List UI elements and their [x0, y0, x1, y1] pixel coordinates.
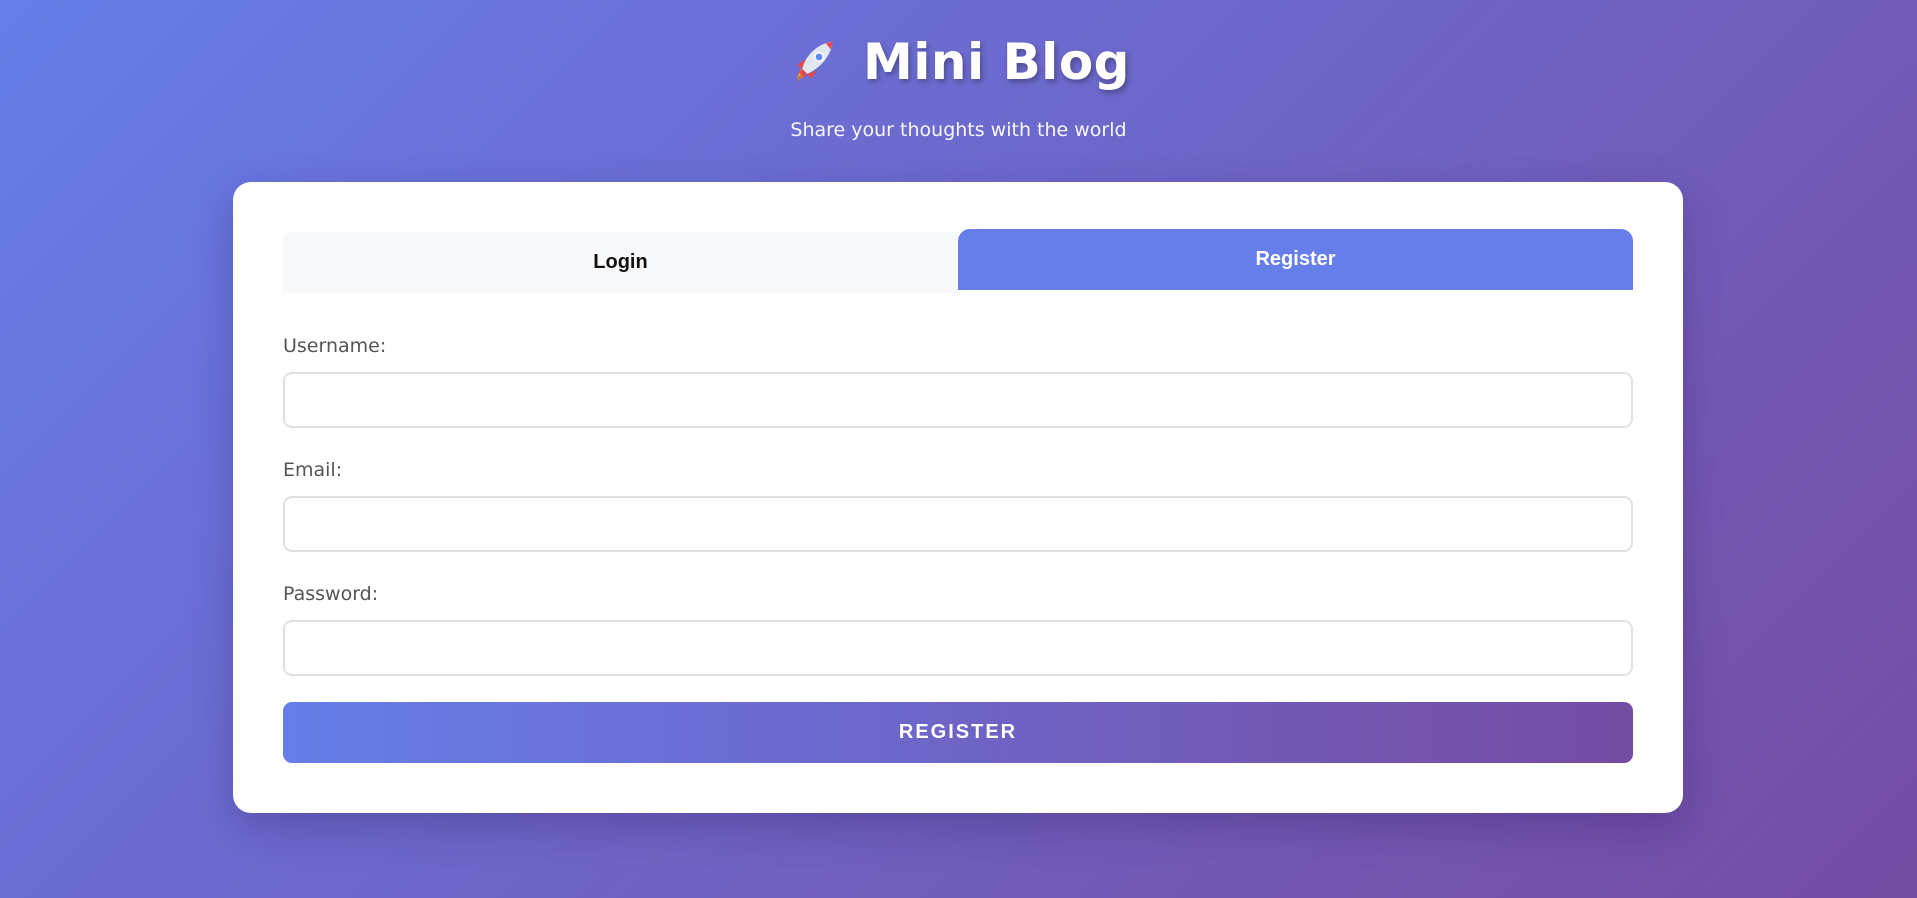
password-label: Password: — [283, 583, 379, 605]
password-input[interactable] — [283, 620, 1633, 676]
auth-card: Login Register Username: Email: Password… — [233, 182, 1683, 813]
username-label: Username: — [283, 335, 387, 357]
register-button[interactable]: REGISTER — [283, 702, 1633, 763]
app-title: Mini Blog — [863, 33, 1130, 91]
tab-login[interactable]: Login — [283, 232, 958, 293]
email-input[interactable] — [283, 496, 1633, 552]
email-label: Email: — [283, 459, 343, 481]
username-input[interactable] — [283, 372, 1633, 428]
auth-tabs: Login Register — [283, 229, 1633, 293]
app-subtitle: Share your thoughts with the world — [790, 119, 1127, 141]
rocket-icon — [787, 35, 841, 89]
tab-register[interactable]: Register — [958, 229, 1633, 290]
title-row: Mini Blog — [0, 30, 1917, 94]
